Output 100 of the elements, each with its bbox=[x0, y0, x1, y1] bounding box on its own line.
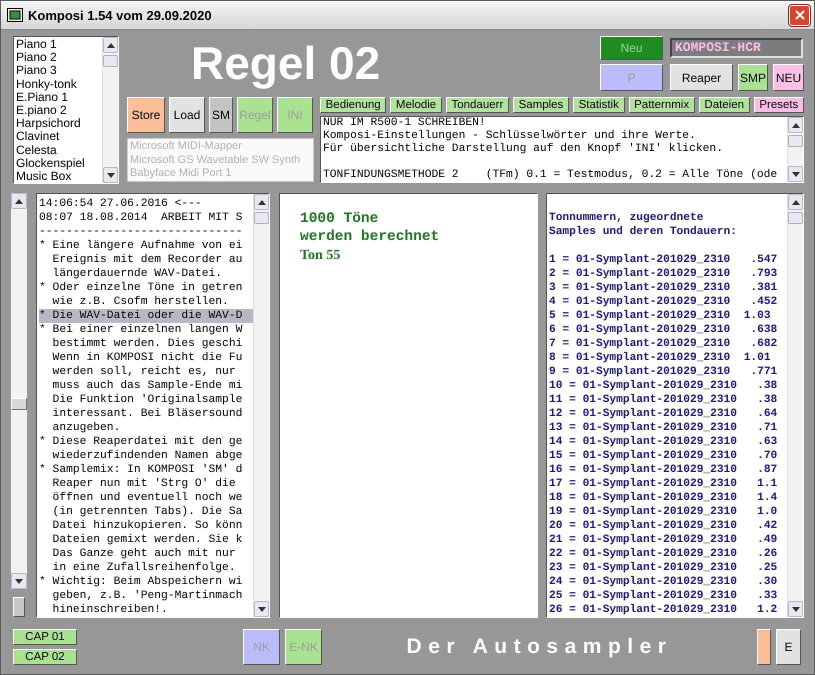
log-line[interactable]: ------------------------------ bbox=[39, 225, 253, 239]
log-line[interactable]: * Bei einer einzelnen langen W bbox=[39, 323, 253, 337]
instrument-list[interactable]: Piano 1 Piano 2 Piano 3 Honky-tonk E.Piano 1 E.piano 2 Harpsichord Clavinet Celesta Glockenspiel Music Box bbox=[13, 36, 119, 184]
list-item[interactable]: Glockenspiel bbox=[16, 156, 102, 170]
log-panel[interactable] bbox=[36, 193, 270, 618]
list-item[interactable]: E.piano 2 bbox=[16, 104, 102, 118]
sample-line: 5 = 01-Symplant-201029_2310 1.03 bbox=[549, 309, 772, 323]
scroll-down-button[interactable] bbox=[11, 573, 27, 589]
scroll-thumb[interactable] bbox=[788, 212, 803, 224]
list-item[interactable]: Music Box bbox=[16, 170, 102, 184]
toolbar-button[interactable]: Reaper bbox=[670, 64, 733, 91]
log-line[interactable]: wiederzufindenden Namen abge bbox=[39, 449, 253, 463]
sample-line: 12 = 01-Symplant-201029_2310 .64 bbox=[549, 407, 778, 421]
list-item[interactable]: Clavinet bbox=[16, 130, 102, 144]
log-line[interactable]: interessant. Bei Bläsersound bbox=[39, 407, 253, 421]
scroll-up-button[interactable] bbox=[788, 194, 803, 210]
log-line[interactable]: wie z.B. Csofm herstellen. bbox=[39, 295, 253, 309]
log-line[interactable]: * Eine längere Aufnahme von ei bbox=[39, 239, 253, 253]
section-button[interactable]: Bedienung bbox=[320, 97, 386, 113]
log-line[interactable]: Ereignis mit dem Recorder au bbox=[39, 253, 253, 267]
log-line[interactable]: öffnen und eventuell noch we bbox=[39, 491, 253, 505]
sample-line: 25 = 01-Symplant-201029_2310 .33 bbox=[549, 589, 778, 603]
scroll-up-button[interactable] bbox=[254, 194, 269, 210]
log-line[interactable]: Datei hinzukopieren. So könn bbox=[39, 519, 253, 533]
color-button[interactable] bbox=[757, 629, 771, 665]
list-item[interactable]: E.Piano 1 bbox=[16, 90, 102, 104]
log-line[interactable]: Reaper nun mit 'Strg O' die bbox=[39, 477, 253, 491]
log-line[interactable]: * Wichtig: Beim Abspeichern wi bbox=[39, 575, 253, 589]
cap-button[interactable]: CAP 02 bbox=[13, 649, 77, 665]
log-line[interactable]: bestimmt werden. Dies geschi bbox=[39, 337, 253, 351]
scrollbar[interactable] bbox=[102, 37, 118, 183]
sample-line: 14 = 01-Symplant-201029_2310 .63 bbox=[549, 435, 778, 449]
sample-line: 22 = 01-Symplant-201029_2310 .26 bbox=[549, 547, 778, 561]
sample-line: 16 = 01-Symplant-201029_2310 .87 bbox=[549, 463, 778, 477]
scroll-thumb[interactable] bbox=[788, 135, 803, 147]
scroll-up-button[interactable] bbox=[103, 37, 118, 53]
close-button[interactable] bbox=[789, 4, 810, 26]
toolbar-button[interactable]: SMP bbox=[738, 64, 768, 91]
scroll-down-button[interactable] bbox=[788, 601, 803, 617]
log-line[interactable]: Die Funktion 'Originalsample bbox=[39, 393, 253, 407]
samples-heading: Samples und deren Tondauern: bbox=[549, 225, 738, 239]
section-button[interactable]: Tondauerr bbox=[446, 97, 509, 113]
action-button[interactable]: Load bbox=[169, 97, 205, 133]
sample-line: 23 = 01-Symplant-201029_2310 .25 bbox=[549, 561, 778, 575]
samples-panel[interactable] bbox=[546, 193, 804, 618]
list-item[interactable]: Piano 3 bbox=[16, 64, 102, 78]
log-line[interactable]: hineinschreiben!. bbox=[39, 603, 253, 617]
text-line: TONFINDUNGSMETHODE 2 (TFm) 0.1 = Testmodus, 0.2 = Alle Töne (ode bbox=[323, 169, 778, 182]
text-line: NUR IM R500-1 SCHREIBEN! bbox=[323, 117, 487, 130]
scroll-thumb[interactable] bbox=[254, 212, 269, 224]
list-item[interactable]: Piano 2 bbox=[16, 51, 102, 64]
log-line[interactable]: Dateien gemixt werden. Sie k bbox=[39, 533, 253, 547]
text-line: Komposi-Einstellungen - Schlüsselwörter und ihre Werte. bbox=[323, 130, 697, 142]
sample-line: 2 = 01-Symplant-201029_2310 .793 bbox=[549, 267, 778, 281]
section-button[interactable]: Statistik bbox=[572, 97, 624, 113]
sample-line: 11 = 01-Symplant-201029_2310 .38 bbox=[549, 393, 778, 407]
log-line[interactable]: anzugeben. bbox=[39, 421, 253, 435]
toolbar-button[interactable]: NEU bbox=[773, 64, 804, 91]
section-button[interactable]: Patternmix bbox=[628, 97, 695, 113]
log-line[interactable]: * Oder einzelne Töne in getren bbox=[39, 281, 253, 295]
list-item[interactable]: Harpsichord bbox=[16, 117, 102, 130]
scroll-up-button[interactable] bbox=[788, 117, 803, 133]
log-line[interactable]: geben, z.B. 'Peng-Martinmach bbox=[39, 589, 253, 603]
log-line[interactable]: längerdauernde WAV-Datei. bbox=[39, 267, 253, 281]
log-line[interactable]: 08:07 18.08.2014 ARBEIT MIT S bbox=[39, 211, 253, 225]
cap-button[interactable]: CAP 01 bbox=[13, 629, 77, 645]
scrollbar[interactable] bbox=[253, 194, 269, 617]
list-item[interactable]: Honky-tonk bbox=[16, 78, 102, 91]
log-line[interactable]: * Samplemix: In KOMPOSI 'SM' d bbox=[39, 463, 253, 477]
section-button[interactable]: Presets bbox=[754, 97, 804, 113]
scroll-thumb[interactable] bbox=[103, 55, 118, 67]
scrollbar[interactable] bbox=[787, 117, 803, 182]
list-item[interactable]: Piano 1 bbox=[16, 38, 102, 52]
log-line[interactable]: Wenn in KOMPOSI nicht die Fu bbox=[39, 351, 253, 365]
scrollbar[interactable] bbox=[787, 194, 803, 617]
log-line[interactable]: Das Ganze geht auch mit nur bbox=[39, 547, 253, 561]
log-line[interactable]: muss auch das Sample-Ende mi bbox=[39, 379, 253, 393]
picture-icon bbox=[7, 8, 23, 22]
log-line[interactable]: (in getrennten Tabs). Die Sa bbox=[39, 505, 253, 519]
e-button[interactable]: E bbox=[776, 629, 801, 665]
log-line[interactable]: in eine Zufallsreihenfolge. bbox=[39, 561, 253, 575]
log-line[interactable]: 14:06:54 27.06.2016 <--- bbox=[39, 197, 253, 211]
settings-textbox[interactable] bbox=[320, 116, 804, 183]
list-item[interactable]: Celesta bbox=[16, 144, 102, 157]
action-button[interactable]: Store bbox=[127, 97, 165, 133]
scroll-down-button[interactable] bbox=[103, 167, 118, 183]
log-line[interactable]: * Diese Reaperdatei mit den ge bbox=[39, 435, 253, 449]
log-line[interactable]: werden soll, reicht es, nur bbox=[39, 365, 253, 379]
scrollbar[interactable] bbox=[11, 193, 27, 589]
scroll-down-button[interactable] bbox=[788, 166, 803, 182]
sample-line: 10 = 01-Symplant-201029_2310 .38 bbox=[549, 379, 778, 393]
section-button[interactable]: Dateien bbox=[698, 97, 750, 113]
scroll-up-button[interactable] bbox=[11, 193, 27, 209]
action-button[interactable]: SM bbox=[209, 97, 233, 133]
small-button[interactable] bbox=[13, 597, 25, 617]
section-button[interactable]: Samples bbox=[512, 97, 569, 113]
section-button[interactable]: Melodie bbox=[390, 97, 442, 113]
sample-line: 26 = 01-Symplant-201029_2310 1.2 bbox=[549, 603, 778, 617]
scroll-down-button[interactable] bbox=[254, 601, 269, 617]
samples-heading: Tonnummern, zugeordnete bbox=[549, 211, 704, 225]
